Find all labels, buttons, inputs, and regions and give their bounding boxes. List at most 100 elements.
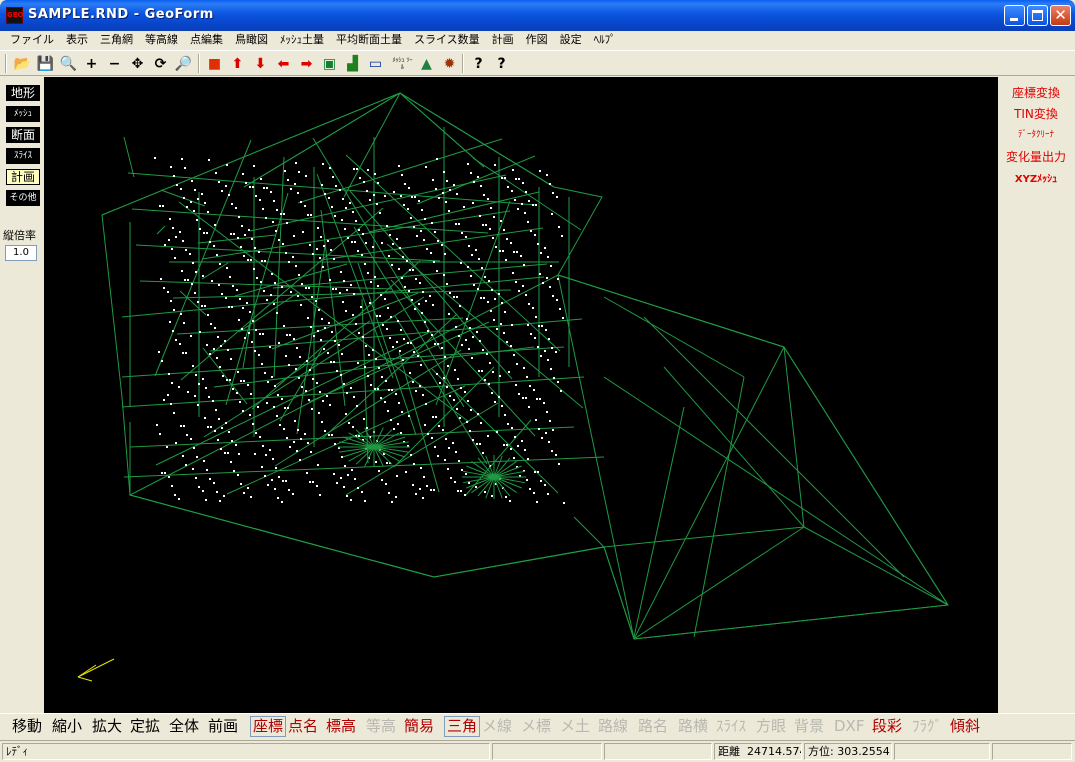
survey-point <box>246 302 248 304</box>
arrow-down-icon[interactable]: ⬇ <box>250 53 271 74</box>
rotate-icon[interactable]: ⟳ <box>150 53 171 74</box>
command-13[interactable]: メ標 <box>521 717 551 736</box>
command-19[interactable]: 方眼 <box>756 717 786 736</box>
survey-point <box>216 357 218 359</box>
mode-button-4[interactable]: 計画 <box>6 169 40 185</box>
survey-point <box>329 404 331 406</box>
tool-button-3[interactable]: 変化量出力 <box>1002 148 1070 167</box>
command-2[interactable]: 拡大 <box>92 717 122 736</box>
command-4[interactable]: 全体 <box>169 717 199 736</box>
command-7[interactable]: 点名 <box>288 717 318 736</box>
command-16[interactable]: 路名 <box>638 717 668 736</box>
menu-item-7[interactable]: 平均断面土量 <box>330 31 408 49</box>
bird-eye-viewport[interactable] <box>44 77 998 713</box>
menu-item-8[interactable]: スライス数量 <box>408 31 486 49</box>
command-11[interactable]: 三角 <box>444 716 481 737</box>
maximize-button[interactable] <box>1027 5 1048 26</box>
vertical-scale-input[interactable]: 1.0 <box>5 245 37 261</box>
menu-item-11[interactable]: 設定 <box>554 31 588 49</box>
menu-item-5[interactable]: 鳥瞰図 <box>229 31 274 49</box>
3d-view-icon[interactable]: ▣ <box>319 53 340 74</box>
command-15[interactable]: 路線 <box>598 717 628 736</box>
survey-point <box>162 205 164 207</box>
tool-button-4[interactable]: XYZﾒｯｼｭ <box>1002 170 1070 189</box>
move-cross-icon[interactable]: ✥ <box>127 53 148 74</box>
command-1[interactable]: 縮小 <box>52 717 82 736</box>
arrow-right-icon[interactable]: ➡ <box>296 53 317 74</box>
command-5[interactable]: 前画 <box>208 717 238 736</box>
command-9[interactable]: 等高 <box>366 717 396 736</box>
chart-icon[interactable]: ▟ <box>342 53 363 74</box>
survey-point <box>304 205 306 207</box>
close-button[interactable]: ✕ <box>1050 5 1071 26</box>
survey-point <box>227 452 229 454</box>
save-disk-icon[interactable]: 💾 <box>35 53 56 74</box>
survey-point <box>321 184 323 186</box>
command-10[interactable]: 簡易 <box>404 717 434 736</box>
window-icon[interactable]: ▭ <box>365 53 386 74</box>
menu-item-1[interactable]: 表示 <box>60 31 94 49</box>
minimize-button[interactable] <box>1004 5 1025 26</box>
mode-button-1[interactable]: ﾒｯｼｭ <box>6 106 40 122</box>
mode-button-3[interactable]: ｽﾗｲｽ <box>6 148 40 164</box>
command-22[interactable]: 段彩 <box>872 717 902 736</box>
arrow-up-icon[interactable]: ⬆ <box>227 53 248 74</box>
tool-button-0[interactable]: 座標変換 <box>1002 84 1070 103</box>
tin-triangle-edge <box>603 376 949 606</box>
survey-point <box>267 381 269 383</box>
wireframe-terrain-canvas[interactable] <box>44 77 998 713</box>
command-18[interactable]: ｽﾗｲｽ <box>716 717 746 736</box>
app-icon[interactable]: GEO <box>6 7 23 24</box>
menu-item-3[interactable]: 等高線 <box>139 31 184 49</box>
zoom-fit-icon[interactable]: 🔎 <box>173 53 194 74</box>
command-21[interactable]: DXF <box>834 717 864 736</box>
survey-point <box>410 454 412 456</box>
survey-point <box>154 157 156 159</box>
terrain-icon[interactable]: ▲ <box>416 53 437 74</box>
survey-point <box>455 223 457 225</box>
survey-point <box>387 410 389 412</box>
survey-point <box>536 398 538 400</box>
command-6[interactable]: 座標 <box>250 716 287 737</box>
tool-button-2[interactable]: ﾃﾞｰﾀｸﾘｰﾅ <box>1002 126 1070 145</box>
survey-point <box>421 209 423 211</box>
command-24[interactable]: 傾斜 <box>950 717 980 736</box>
settings-icon[interactable]: ✹ <box>439 53 460 74</box>
plus-icon[interactable]: + <box>81 53 102 74</box>
menu-item-10[interactable]: 作図 <box>520 31 554 49</box>
menu-item-9[interactable]: 計画 <box>486 31 520 49</box>
survey-point <box>167 291 169 293</box>
mode-button-2[interactable]: 断面 <box>6 127 40 143</box>
mesh-section-icon[interactable]: ﾒｯｼｭ ｿｰﾙ <box>392 53 413 74</box>
title-bar[interactable]: GEO SAMPLE.RND - GeoForm ✕ <box>0 0 1075 31</box>
survey-point <box>430 252 432 254</box>
survey-point <box>401 411 403 413</box>
command-3[interactable]: 定拡 <box>130 717 160 736</box>
command-12[interactable]: メ線 <box>482 717 512 736</box>
survey-point <box>477 288 479 290</box>
zoom-icon[interactable]: 🔍 <box>58 53 79 74</box>
tool-button-1[interactable]: TIN変換 <box>1002 105 1070 124</box>
cube-icon[interactable]: ■ <box>204 53 225 74</box>
mode-button-5[interactable]: その他 <box>6 190 40 206</box>
menu-item-6[interactable]: ﾒｯｼｭ土量 <box>274 31 330 49</box>
survey-point <box>171 248 173 250</box>
command-0[interactable]: 移動 <box>12 717 42 736</box>
command-17[interactable]: 路横 <box>678 717 708 736</box>
context-help-icon[interactable]: ? <box>491 53 512 74</box>
help-icon[interactable]: ? <box>468 53 489 74</box>
open-folder-icon[interactable]: 📂 <box>12 53 33 74</box>
command-23[interactable]: ﾌﾗｸﾞ <box>912 717 942 736</box>
command-8[interactable]: 標高 <box>326 717 356 736</box>
command-20[interactable]: 背景 <box>794 717 824 736</box>
arrow-left-icon[interactable]: ⬅ <box>273 53 294 74</box>
survey-point <box>370 281 372 283</box>
command-14[interactable]: メ土 <box>560 717 590 736</box>
menu-item-4[interactable]: 点編集 <box>184 31 229 49</box>
menu-item-2[interactable]: 三角網 <box>94 31 139 49</box>
survey-point <box>480 297 482 299</box>
menu-item-12[interactable]: ﾍﾙﾌﾟ <box>588 31 622 49</box>
menu-item-0[interactable]: ファイル <box>4 31 60 49</box>
minus-icon[interactable]: − <box>104 53 125 74</box>
mode-button-0[interactable]: 地形 <box>6 85 40 101</box>
